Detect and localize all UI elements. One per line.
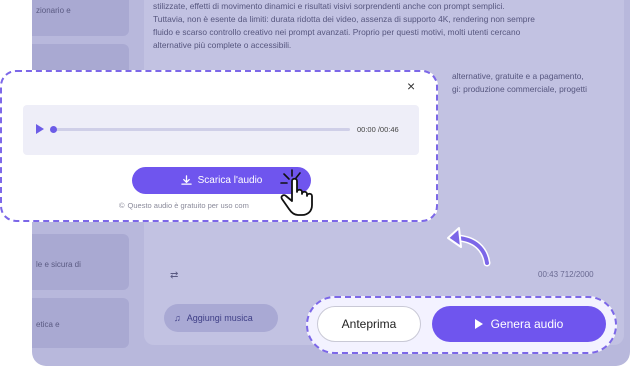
curved-arrow-icon: [447, 227, 491, 267]
hand-cursor-icon: [280, 169, 313, 216]
paragraph-line: alternative più complete o accessibili.: [153, 40, 292, 50]
audio-progress-track[interactable]: [52, 128, 350, 131]
sidebar-item-label: le e sicura di: [36, 260, 81, 269]
paragraph-line: alternative, gratuite e a pagamento,: [452, 71, 584, 81]
generate-audio-label: Genera audio: [490, 317, 564, 331]
audio-time: 00:00 /00:46: [357, 125, 399, 134]
shuffle-icon[interactable]: ⇄: [170, 270, 178, 281]
paragraph-line: stilizzate, effetti di movimento dinamic…: [153, 1, 505, 11]
add-music-label: Aggiungi musica: [186, 313, 253, 323]
play-icon[interactable]: [36, 124, 44, 134]
generate-audio-button[interactable]: Genera audio: [432, 306, 606, 342]
close-icon[interactable]: ×: [407, 79, 415, 93]
free-use-notice-text: Questo audio è gratuito per uso com: [127, 201, 249, 210]
duration-char-counter: 00:43 712/2000: [538, 270, 594, 279]
paragraph-line: fluido e scarso controllo creativo nei p…: [153, 27, 521, 37]
paragraph-line: gi: produzione commerciale, progetti: [452, 84, 587, 94]
play-icon: [474, 319, 483, 329]
sidebar-item-4[interactable]: le e sicura di: [32, 234, 129, 290]
sidebar-item-label: etica e: [36, 320, 60, 329]
audio-progress-knob[interactable]: [50, 126, 57, 133]
free-use-notice: © Questo audio è gratuito per uso com: [119, 201, 249, 210]
copyright-icon: ©: [119, 201, 125, 210]
editor-paragraph-2: alternative, gratuite e a pagamento, gi:…: [452, 70, 630, 96]
sidebar-item-5[interactable]: etica e: [32, 298, 129, 348]
download-icon: [180, 175, 192, 185]
sidebar-item-1[interactable]: zionario e: [32, 0, 129, 36]
paragraph-line: Tuttavia, non è esente da limiti: durata…: [153, 14, 535, 24]
music-note-icon: ♫: [174, 313, 181, 323]
preview-button[interactable]: Anteprima: [317, 306, 421, 342]
editor-paragraph: stilizzate, effetti di movimento dinamic…: [153, 0, 593, 52]
add-music-button[interactable]: ♫ Aggiungi musica: [164, 304, 278, 332]
download-audio-label: Scarica l'audio: [197, 175, 263, 186]
sidebar-item-label: zionario e: [36, 6, 71, 15]
